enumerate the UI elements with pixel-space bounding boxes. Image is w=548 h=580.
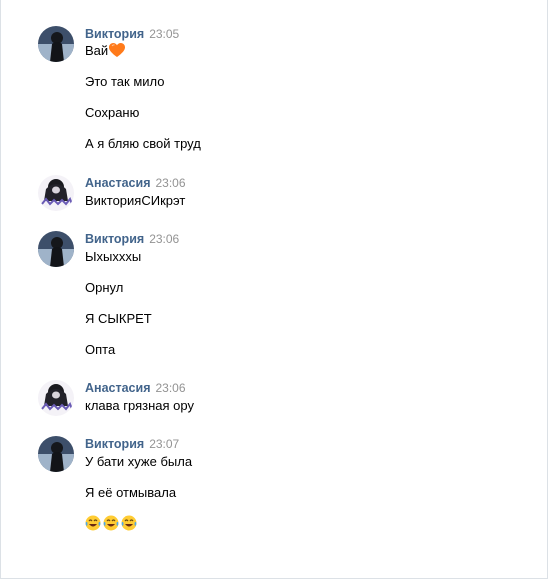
tears-of-joy-emoji-icon xyxy=(103,515,119,531)
message-text: У бати хуже была xyxy=(85,454,193,469)
message-header: Виктория 23:06 xyxy=(85,231,179,247)
message-text: Я СЫКРЕТ xyxy=(85,311,152,326)
avatar[interactable] xyxy=(38,26,74,62)
message-text: Сохраню xyxy=(85,105,140,120)
message-text: Опта xyxy=(85,342,116,357)
message-header: Виктория 23:07 xyxy=(85,436,179,452)
tears-of-joy-emoji-icon xyxy=(121,515,137,531)
author-name[interactable]: Анастасия xyxy=(85,176,151,190)
message-text: Это так мило xyxy=(85,74,165,89)
message-header: Виктория 23:05 xyxy=(85,26,179,42)
avatar[interactable] xyxy=(38,175,74,211)
author-name[interactable]: Анастасия xyxy=(85,381,151,395)
chat-history: Виктория 23:05 Вай Это так мило Сохраню А… xyxy=(0,0,548,579)
message-text: Вай xyxy=(85,43,126,59)
message-text: Ыхыхххы xyxy=(85,249,142,264)
avatar[interactable] xyxy=(38,380,74,416)
emoji-message xyxy=(85,514,139,532)
message-time[interactable]: 23:06 xyxy=(149,232,179,246)
message-time[interactable]: 23:05 xyxy=(149,27,179,41)
message-text: А я бляю свой труд xyxy=(85,136,201,151)
message-time[interactable]: 23:06 xyxy=(156,176,186,190)
author-name[interactable]: Виктория xyxy=(85,437,144,451)
author-name[interactable]: Виктория xyxy=(85,232,144,246)
author-name[interactable]: Виктория xyxy=(85,27,144,41)
message-text: Я её отмывала xyxy=(85,485,177,500)
tears-of-joy-emoji-icon xyxy=(85,515,101,531)
message-time[interactable]: 23:07 xyxy=(149,437,179,451)
message-header: Анастасия 23:06 xyxy=(85,175,186,191)
avatar[interactable] xyxy=(38,436,74,472)
message-text: Орнул xyxy=(85,280,124,295)
message-header: Анастасия 23:06 xyxy=(85,380,186,396)
avatar[interactable] xyxy=(38,231,74,267)
message-text: клава грязная ору xyxy=(85,398,194,413)
message-text: ВикторияСИкрэт xyxy=(85,193,186,208)
message-time[interactable]: 23:06 xyxy=(156,381,186,395)
message-text-content: Вай xyxy=(85,43,109,58)
orange-heart-emoji-icon xyxy=(109,43,126,57)
